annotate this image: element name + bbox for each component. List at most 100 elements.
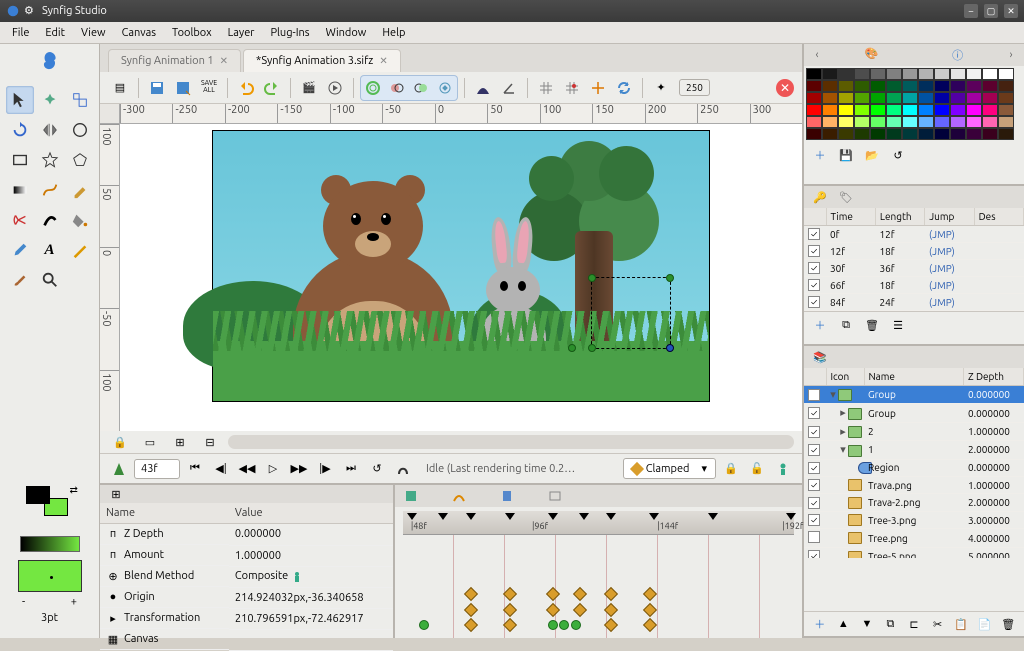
- keyframe-row[interactable]: ✓30f36f(JMP): [804, 260, 1024, 277]
- palette-color[interactable]: [870, 68, 886, 80]
- palette-color[interactable]: [934, 128, 950, 140]
- kf-desc[interactable]: [975, 226, 1024, 243]
- angle-constraint-button[interactable]: [497, 76, 521, 100]
- kf-desc[interactable]: [975, 294, 1024, 311]
- canvas-fit-button[interactable]: ▭: [138, 430, 162, 454]
- palette-color[interactable]: [966, 104, 982, 116]
- star-tool[interactable]: [36, 146, 64, 174]
- layer-cut-button[interactable]: ✂: [928, 615, 948, 633]
- keyframe-row[interactable]: ✓12f18f(JMP): [804, 243, 1024, 260]
- kf-jump[interactable]: (JMP): [925, 243, 975, 260]
- kf-length[interactable]: 24f: [876, 294, 926, 311]
- params-tab[interactable]: ⊞: [106, 485, 126, 503]
- palette-color[interactable]: [934, 68, 950, 80]
- layer-row[interactable]: ✓Tree-5.png5.000000: [804, 548, 1024, 558]
- param-row[interactable]: ●Origin214.924032px,-36.340658: [100, 587, 393, 608]
- expand-icon[interactable]: ▸: [838, 425, 848, 438]
- param-value[interactable]: 210.796591px,-72.462917: [229, 608, 393, 629]
- palette-color[interactable]: [934, 116, 950, 128]
- size-increase-button[interactable]: +: [71, 596, 77, 608]
- menu-view[interactable]: View: [73, 25, 114, 41]
- layer-row[interactable]: ✓Trava-2.png2.000000: [804, 494, 1024, 511]
- undo-button[interactable]: [234, 76, 258, 100]
- palette-color[interactable]: [982, 80, 998, 92]
- palette-color[interactable]: [950, 80, 966, 92]
- layer-zdepth[interactable]: 1.000000: [964, 477, 1024, 494]
- circle-tool[interactable]: [66, 116, 94, 144]
- brush-preview[interactable]: [18, 560, 82, 592]
- width-tool[interactable]: [36, 206, 64, 234]
- layer-checkbox[interactable]: ✓: [808, 407, 820, 419]
- layer-zdepth[interactable]: 0.000000: [964, 460, 1024, 477]
- layer-row[interactable]: ✓▾12.000000: [804, 441, 1024, 459]
- palette-color[interactable]: [982, 92, 998, 104]
- show-guides-button[interactable]: [471, 76, 495, 100]
- palette-color[interactable]: [806, 116, 822, 128]
- palette-color[interactable]: [950, 92, 966, 104]
- curves-tab[interactable]: [449, 487, 469, 505]
- kf-time[interactable]: 12f: [826, 243, 876, 260]
- palette-next-button[interactable]: ›: [1002, 46, 1020, 64]
- cutout-tool[interactable]: [6, 206, 34, 234]
- layer-group-button[interactable]: ⊏: [904, 615, 924, 633]
- keyframe-tab2-icon[interactable]: 🏷: [834, 188, 858, 206]
- palette-color[interactable]: [886, 68, 902, 80]
- layer-name[interactable]: Tree-5.png: [864, 548, 964, 558]
- layer-raise-button[interactable]: ▲: [834, 615, 854, 633]
- layer-row[interactable]: ✓Trava.png1.000000: [804, 477, 1024, 494]
- param-value[interactable]: [229, 629, 393, 650]
- palette-color[interactable]: [838, 92, 854, 104]
- kf-time[interactable]: 30f: [826, 260, 876, 277]
- kf-jump[interactable]: (JMP): [925, 226, 975, 243]
- settings-button[interactable]: ✦: [649, 76, 673, 100]
- palette-color[interactable]: [854, 116, 870, 128]
- layer-checkbox[interactable]: ✓: [808, 497, 820, 509]
- close-icon[interactable]: ✕: [379, 55, 387, 67]
- palette-color[interactable]: [902, 80, 918, 92]
- kf-checkbox[interactable]: ✓: [808, 262, 820, 274]
- preview-button[interactable]: [323, 76, 347, 100]
- layer-copy-button[interactable]: 📋: [951, 615, 971, 633]
- canvas-viewport[interactable]: [120, 124, 802, 431]
- seek-start-button[interactable]: ⏮: [184, 458, 206, 480]
- palette-color[interactable]: [838, 116, 854, 128]
- kf-jump[interactable]: (JMP): [925, 260, 975, 277]
- palette-color[interactable]: [822, 104, 838, 116]
- text-tool[interactable]: A: [36, 236, 64, 264]
- palette-color[interactable]: [934, 92, 950, 104]
- expand-icon[interactable]: ▸: [838, 406, 848, 419]
- palette-color[interactable]: [870, 128, 886, 140]
- palette-color[interactable]: [902, 116, 918, 128]
- spline-tool[interactable]: [36, 176, 64, 204]
- transform-tool[interactable]: [6, 86, 34, 114]
- palette-add-button[interactable]: ＋: [810, 146, 830, 164]
- layer-checkbox[interactable]: ✓: [808, 479, 820, 491]
- save-as-button[interactable]: [171, 76, 195, 100]
- palette-color[interactable]: [838, 128, 854, 140]
- layer-row[interactable]: ✓Tree-3.png3.000000: [804, 512, 1024, 529]
- palette-default-button[interactable]: ↺: [888, 146, 908, 164]
- redo-button[interactable]: [260, 76, 284, 100]
- palette-open-button[interactable]: 📂: [862, 146, 882, 164]
- layer-zdepth[interactable]: 4.000000: [964, 529, 1024, 548]
- layers-col-name[interactable]: Name: [864, 368, 964, 386]
- palette-color[interactable]: [870, 92, 886, 104]
- sketch-tool[interactable]: [66, 236, 94, 264]
- kf-col-on[interactable]: [804, 208, 826, 226]
- palette-color[interactable]: [918, 68, 934, 80]
- menu-button[interactable]: ▤: [108, 76, 132, 100]
- palette-color[interactable]: [950, 68, 966, 80]
- draw-tool[interactable]: [66, 176, 94, 204]
- menu-file[interactable]: File: [4, 25, 37, 41]
- layer-checkbox[interactable]: ✓: [808, 462, 820, 474]
- fill-tool[interactable]: [66, 206, 94, 234]
- layer-zdepth[interactable]: 2.000000: [964, 494, 1024, 511]
- current-time-input[interactable]: [134, 459, 180, 479]
- palette-color[interactable]: [982, 68, 998, 80]
- layer-checkbox[interactable]: ✓: [808, 550, 820, 558]
- palette-color[interactable]: [854, 92, 870, 104]
- param-row[interactable]: πAmount1.000000: [100, 545, 393, 566]
- canvas-frame[interactable]: [212, 130, 710, 402]
- minimize-button[interactable]: –: [964, 4, 978, 18]
- param-row[interactable]: ⊕Blend MethodComposite: [100, 566, 393, 587]
